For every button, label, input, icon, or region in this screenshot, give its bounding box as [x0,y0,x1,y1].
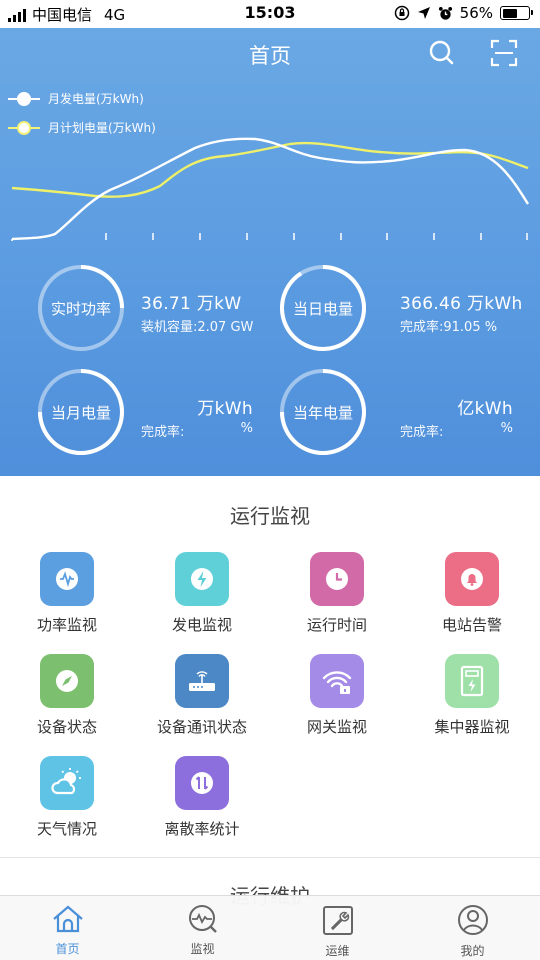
stat-sub: 完成率:% [141,421,253,440]
stat-sub-unit: % [500,421,513,436]
tile-generation-monitoring[interactable]: 发电监视 [137,552,267,635]
gauge-label: 实时功率 [50,299,111,318]
tab-monitor[interactable]: 监视 [135,896,270,960]
stat-sub: 装机容量:2.07 GW [141,320,254,335]
tile-label: 设备通讯状态 [156,718,247,736]
search-icon[interactable] [427,38,457,68]
stat-realtime-power: 36.71 万kW 装机容量:2.07 GW [141,289,253,335]
tab-profile[interactable]: 我的 [405,896,540,960]
stat-sub-label: 完成率: [141,425,185,440]
dashboard-header: 首页 月发电量(万kWh) 月计划电量(万kWh) 实时功率 36.71 万kW… [0,28,540,476]
legend-marker-white [8,91,40,106]
stat-value: 36.71 万kW [141,294,242,314]
tile-power-monitoring[interactable]: 功率监视 [2,552,132,635]
wifi-lock-icon [310,654,364,708]
tile-discrete-rate[interactable]: 离散率统计 [137,756,267,839]
profile-icon [457,905,488,935]
section-divider [0,857,540,858]
tile-label: 发电监视 [171,616,232,634]
pulse-icon [40,552,94,606]
stat-daily-energy: 366.46 万kWh 完成率:91.05 % [400,289,523,335]
gauge-label: 当月电量 [50,403,111,422]
gauge-yearly-energy[interactable]: 当年电量 [279,368,367,456]
status-right: 56% [394,4,533,22]
location-icon [417,7,430,19]
tab-bar: 首页 监视 运维 我的 [0,895,540,960]
monitor-icon [188,905,217,933]
maintenance-icon [322,906,353,935]
stat-sub: 完成率:91.05 % [400,320,498,335]
tile-label: 运行时间 [306,616,367,634]
stat-value: 万kWh [197,399,253,419]
stat-value: 亿kWh [457,399,513,419]
tile-gateway-monitoring[interactable]: 网关监视 [272,654,402,737]
status-bar: 中国电信 4G 15:03 56% [0,0,540,28]
tile-label: 电站告警 [441,616,502,634]
gauge-label: 当年电量 [292,403,353,422]
bell-icon [445,552,499,606]
gauge-label: 当日电量 [292,299,353,318]
scan-icon[interactable] [489,38,519,68]
gauge-realtime-power[interactable]: 实时功率 [37,264,125,352]
stat-monthly-energy: 万kWh 完成率:% [141,394,253,440]
home-icon [52,905,83,933]
tab-label: 监视 [190,942,215,956]
series-actual-line [11,137,530,241]
tile-runtime[interactable]: 运行时间 [272,552,402,635]
gauge-monthly-energy[interactable]: 当月电量 [37,368,125,456]
legend-label-actual: 月发电量(万kWh) [48,92,144,106]
stat-sub: 完成率:% [400,421,513,440]
tile-device-communication[interactable]: 设备通讯状态 [137,654,267,737]
tile-station-alarm[interactable]: 电站告警 [407,552,537,635]
compass-icon [40,654,94,708]
stat-value: 366.46 万kWh [400,294,523,314]
lightning-icon [175,552,229,606]
tab-maintenance[interactable]: 运维 [270,896,405,960]
tile-concentrator-monitoring[interactable]: 集中器监视 [407,654,537,737]
battery-level [502,8,517,18]
generation-chart [11,137,530,241]
router-icon [175,654,229,708]
tile-label: 网关监视 [306,718,367,736]
tile-weather[interactable]: 天气情况 [2,756,132,839]
meter-icon [445,654,499,708]
stat-yearly-energy: 亿kWh 完成率:% [400,394,513,440]
tile-label: 天气情况 [36,820,97,838]
clock-icon [310,552,364,606]
tile-label: 设备状态 [36,718,97,736]
tile-label: 集中器监视 [434,718,510,736]
tile-label: 离散率统计 [164,820,240,838]
battery-icon [500,6,533,20]
legend-item-actual: 月发电量(万kWh) [8,90,144,107]
tab-label: 运维 [325,944,350,958]
tab-label: 我的 [460,944,485,958]
section-title-monitoring: 运行监视 [230,504,310,528]
tab-label: 首页 [55,942,80,956]
stat-sub-unit: % [240,421,253,436]
tab-home[interactable]: 首页 [0,896,135,960]
weather-icon [40,756,94,810]
page-title: 首页 [249,44,291,68]
gauge-daily-energy[interactable]: 当日电量 [279,264,367,352]
orientation-lock-icon [394,5,409,21]
battery-percent: 56% [459,4,493,22]
alarm-icon [438,6,452,20]
tile-device-status[interactable]: 设备状态 [2,654,132,737]
discrete-icon [175,756,229,810]
tile-label: 功率监视 [36,616,97,634]
stat-sub-label: 完成率: [400,425,444,440]
